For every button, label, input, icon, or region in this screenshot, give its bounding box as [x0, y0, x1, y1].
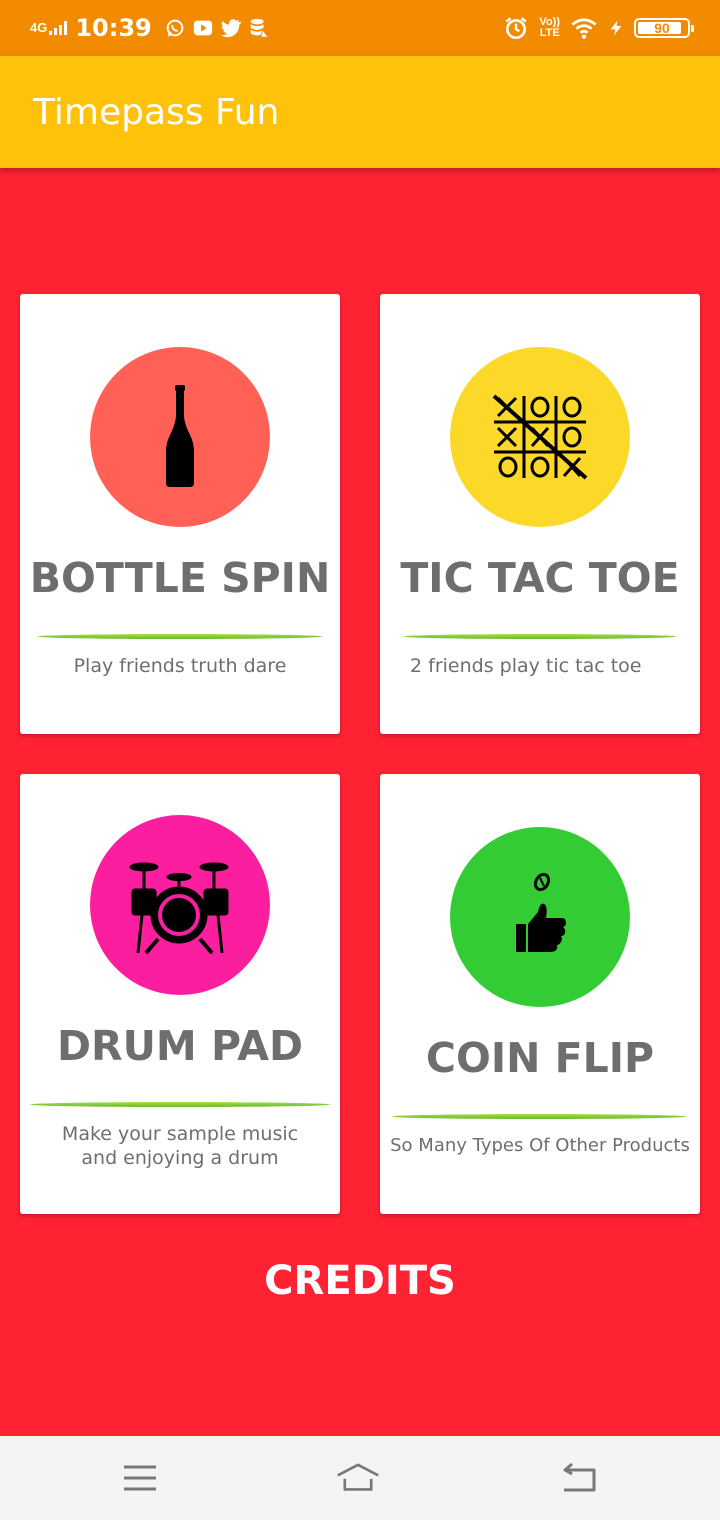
app-title: Timepass Fun — [33, 92, 280, 133]
tic-tac-toe-description: 2 friends play tic tac toe — [410, 655, 642, 677]
status-bar: 4G 10:39 Vo)) LTE 90 — [0, 0, 720, 56]
coin-flip-icon — [516, 872, 566, 952]
tic-tac-toe-divider — [404, 634, 676, 639]
navigation-bar — [0, 1436, 720, 1520]
tic-tac-toe-title: TIC TAC TOE — [400, 554, 680, 602]
coin-flip-card[interactable]: COIN FLIP So Many Types Of Other Product… — [380, 774, 700, 1214]
lte-label: LTE — [539, 27, 560, 39]
drum-pad-card[interactable]: DRUM PAD Make your sample music and enjo… — [20, 774, 340, 1214]
app-bar: Timepass Fun — [0, 56, 720, 168]
credits-button[interactable]: CREDITS — [0, 1258, 720, 1304]
drum-kit-icon — [129, 862, 229, 955]
signal-icon — [49, 21, 68, 35]
menu-icon — [124, 1465, 156, 1491]
bottle-spin-description: Play friends truth dare — [73, 655, 287, 677]
whatsapp-icon — [166, 19, 184, 37]
twitter-icon — [220, 19, 242, 38]
home-icon — [337, 1463, 379, 1491]
network-type: 4G — [30, 20, 48, 35]
battery-indicator: 90 — [634, 18, 694, 38]
back-button[interactable] — [556, 1458, 600, 1498]
back-icon — [563, 1462, 596, 1492]
drum-pad-icon-circle — [90, 815, 270, 995]
coin-flip-description: So Many Types Of Other Products — [390, 1135, 690, 1156]
tic-tac-toe-icon-circle — [450, 347, 630, 527]
battery-level: 90 — [654, 20, 670, 36]
volte-indicator: Vo)) LTE — [539, 17, 560, 39]
drum-pad-title: DRUM PAD — [56, 1022, 304, 1070]
coin-flip-divider — [392, 1114, 686, 1119]
bottle-spin-title: BOTTLE SPIN — [29, 554, 331, 602]
bottle-spin-card[interactable]: BOTTLE SPIN Play friends truth dare — [20, 294, 340, 734]
bottle-spin-divider — [38, 634, 322, 639]
alarm-icon — [505, 17, 527, 40]
home-button[interactable] — [336, 1458, 380, 1498]
wifi-icon — [571, 18, 597, 39]
menu-button[interactable] — [118, 1458, 162, 1498]
coin-flip-title: COIN FLIP — [425, 1034, 655, 1082]
bottle-spin-icon-circle — [90, 347, 270, 527]
charging-icon — [610, 20, 622, 36]
data-saver-icon — [250, 18, 269, 38]
tic-tac-toe-icon — [492, 394, 588, 480]
youtube-icon — [193, 20, 212, 36]
bottle-icon — [166, 385, 194, 487]
drum-pad-description: Make your sample music and enjoying a dr… — [61, 1123, 299, 1169]
tic-tac-toe-card[interactable]: TIC TAC TOE 2 friends play tic tac toe — [380, 294, 700, 734]
coin-flip-icon-circle — [450, 827, 630, 1007]
network-indicator: 4G — [30, 20, 68, 35]
drum-pad-divider — [30, 1102, 330, 1107]
clock: 10:39 — [75, 14, 152, 42]
